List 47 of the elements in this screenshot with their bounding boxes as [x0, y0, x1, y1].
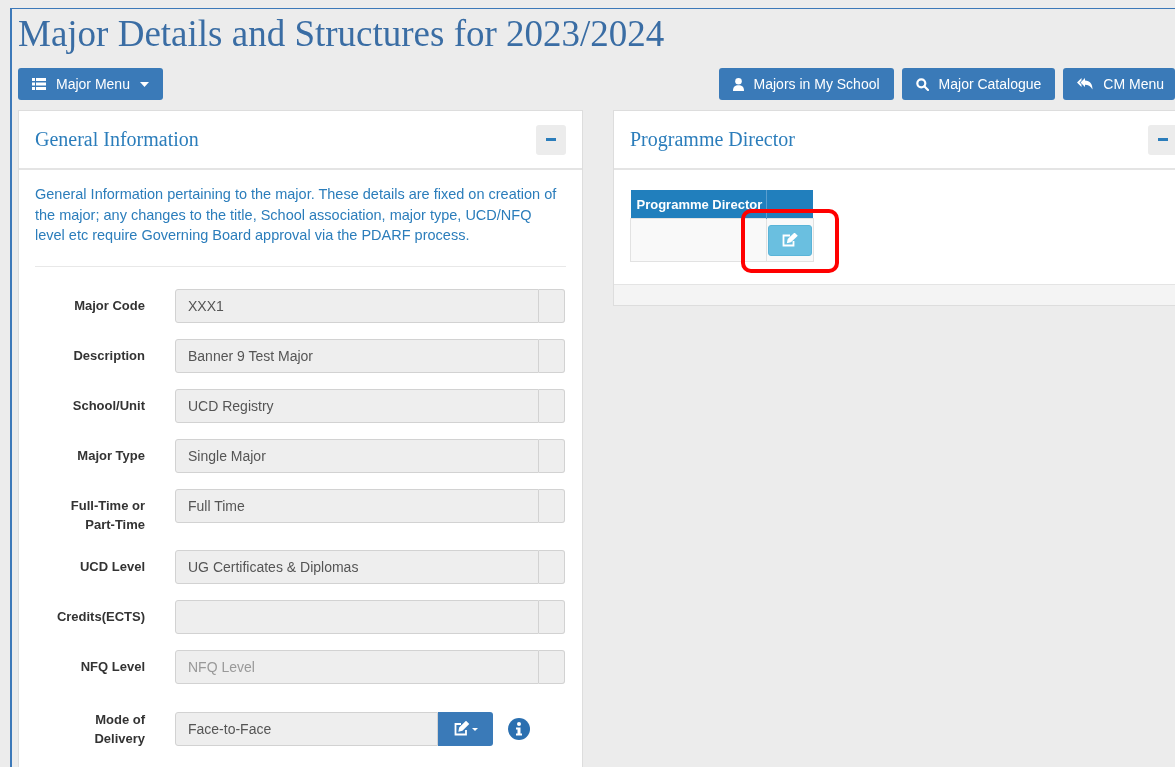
field-label: UCD Level: [78, 557, 145, 576]
edit-button[interactable]: [767, 224, 812, 256]
field-label: Major Type: [76, 446, 145, 465]
field-label: Mode of Delivery: [93, 710, 145, 748]
search-icon: [915, 77, 929, 91]
input-field[interactable]: Full Time: [175, 488, 539, 523]
major-menu-button[interactable]: Major Menu: [18, 68, 163, 100]
info-icon[interactable]: [508, 717, 530, 740]
input-addon: [539, 288, 565, 323]
field-label: Major Code: [73, 296, 145, 315]
column-header: Programme Director: [630, 190, 767, 219]
input-addon: [539, 488, 565, 523]
input-addon: [539, 388, 565, 423]
input-addon: [539, 599, 565, 634]
input-addon: [539, 338, 565, 373]
caret-icon: [139, 81, 149, 87]
input-addon: [539, 649, 565, 684]
toolbar-button[interactable]: Major Catalogue: [901, 68, 1056, 100]
input-field[interactable]: UG Certificates & Diplomas: [175, 549, 539, 584]
reply-all-icon: [1077, 78, 1094, 90]
field-label: Full-Time or Part-Time: [69, 496, 145, 534]
user-icon: [732, 77, 744, 91]
input-field[interactable]: [175, 599, 539, 634]
edit-dropdown-button[interactable]: [438, 711, 493, 746]
input-field[interactable]: Face-to-Face: [175, 711, 438, 746]
field-label: School/Unit: [71, 396, 145, 415]
input-field[interactable]: UCD Registry: [175, 388, 539, 423]
input-addon: [539, 438, 565, 473]
input-field[interactable]: Single Major: [175, 438, 539, 473]
input-addon: [539, 549, 565, 584]
field-label: Description: [72, 346, 145, 365]
input-field[interactable]: XXX1: [175, 288, 539, 323]
list-icon: [32, 78, 46, 90]
panel-title: General Information: [35, 128, 199, 151]
edit-icon: [781, 233, 798, 247]
field-label: Credits(ECTS): [55, 607, 145, 626]
field-label: NFQ Level: [79, 657, 145, 676]
description-text: General Information pertaining to the major. These details are fixed on creation of the major; any changes to the title, School association, major type, UCD/NFQ level etc require Governing Board approval via the PDARF process.: [35, 185, 558, 245]
toolbar-button[interactable]: Majors in My School: [718, 68, 894, 100]
input-field[interactable]: NFQ Level: [175, 649, 539, 684]
collapse-button[interactable]: [1148, 124, 1175, 155]
edit-icon: [453, 721, 478, 736]
input-field[interactable]: Banner 9 Test Major: [175, 338, 539, 373]
page-title: Major Details and Structures for 2023/2024: [18, 12, 666, 52]
panel-title: Programme Director: [630, 128, 795, 151]
toolbar-button[interactable]: CM Menu: [1063, 68, 1175, 100]
collapse-button[interactable]: [536, 124, 566, 155]
